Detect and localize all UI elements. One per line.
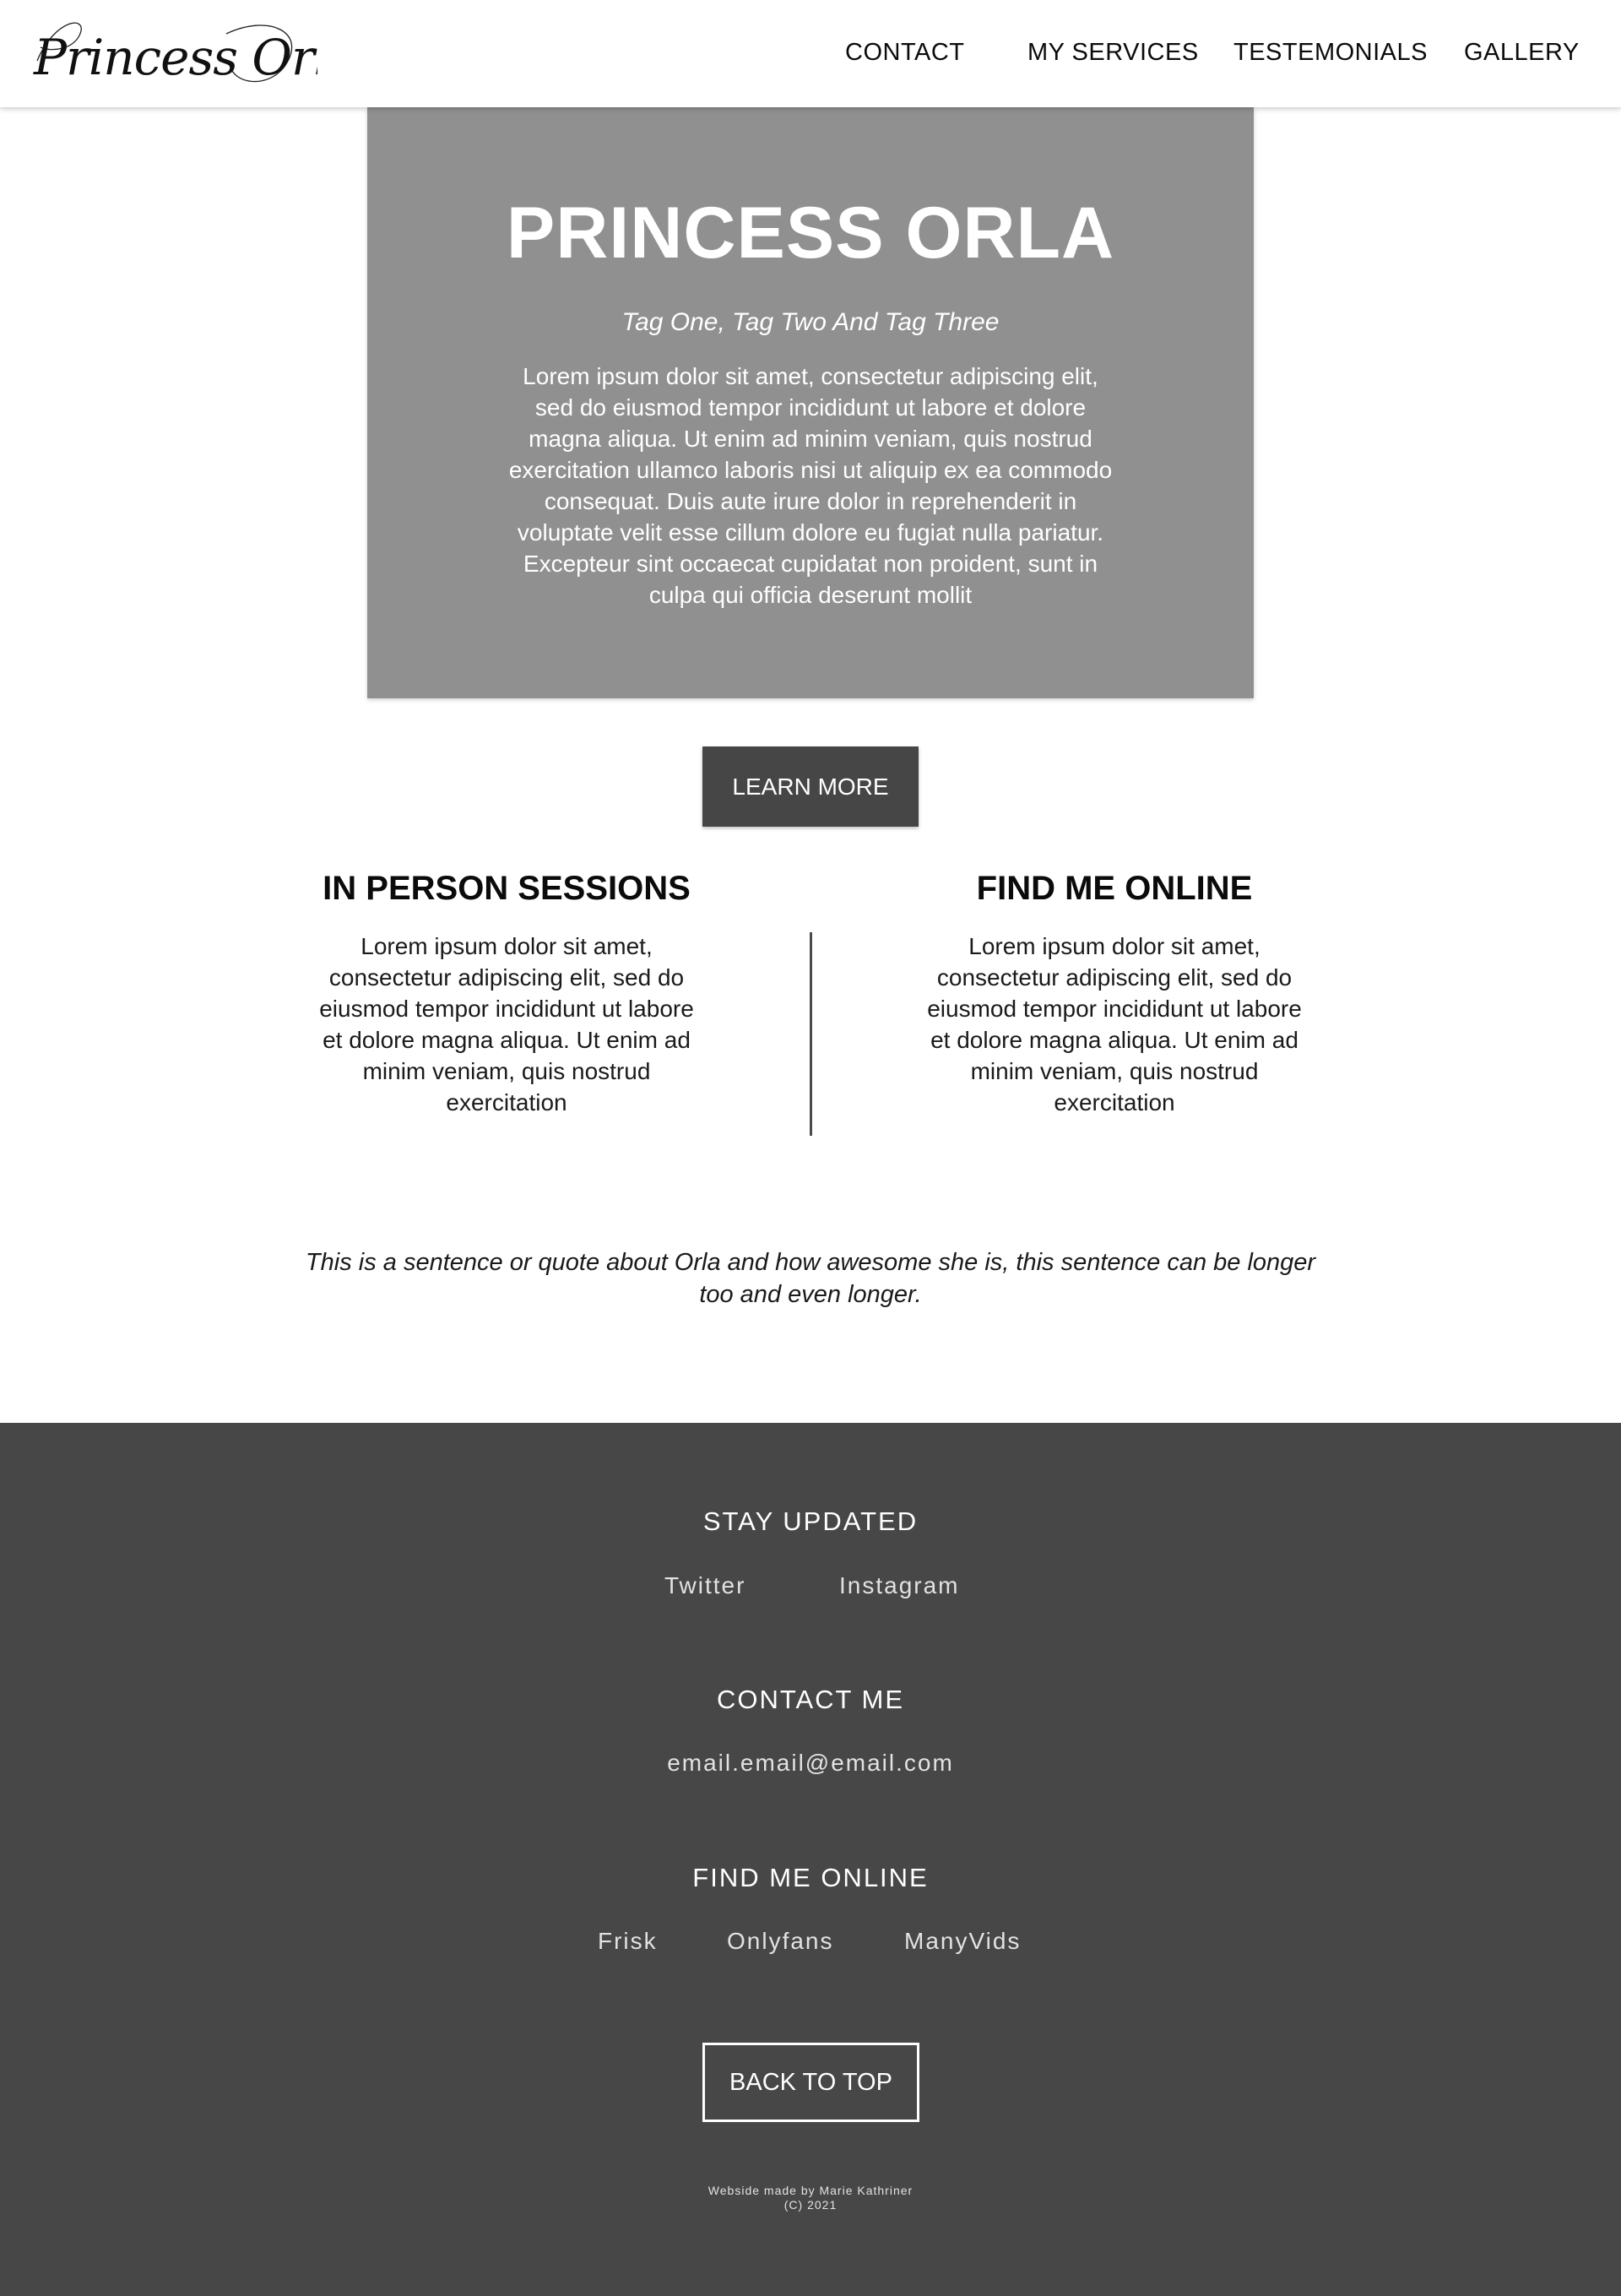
in-person-sessions-text: Lorem ipsum dolor sit amet, consectetur … (319, 933, 694, 1115)
hero-panel: PRINCESS ORLA Tag One, Tag Two And Tag T… (367, 107, 1254, 698)
instagram-link[interactable]: Instagram (839, 1572, 960, 1599)
nav-testimonials[interactable]: TESTEMONIALS (1233, 39, 1428, 67)
find-me-online-footer-heading: FIND ME ONLINE (692, 1863, 929, 1892)
find-me-online-text: Lorem ipsum dolor sit amet, consectetur … (927, 933, 1302, 1115)
hero-title: PRINCESS ORLA (506, 193, 1115, 274)
learn-more-button[interactable]: LEARN MORE (702, 746, 919, 827)
onlyfans-link[interactable]: Onlyfans (727, 1928, 834, 1955)
hero-tags: Tag One, Tag Two And Tag Three (621, 308, 1000, 336)
copyright-line: (C) 2021 (783, 2198, 838, 2212)
svg-text:Princess Orla: Princess Orla (33, 29, 317, 86)
site-header: Princess Orla CONTACT MY SERVICES TESTEM… (0, 0, 1621, 107)
column-divider (810, 932, 812, 1136)
in-person-sessions-title: IN PERSON SESSIONS (323, 870, 691, 907)
nav-contact[interactable]: CONTACT (845, 39, 965, 67)
site-footer: STAY UPDATED Twitter Instagram CONTACT M… (0, 1423, 1621, 2296)
find-me-online-title: FIND ME ONLINE (976, 870, 1253, 907)
credit-line: Webside made by Marie Kathriner (707, 2184, 914, 2197)
frisk-link[interactable]: Frisk (598, 1928, 658, 1955)
logo-wordmark: Princess Orla (33, 22, 317, 86)
twitter-link[interactable]: Twitter (664, 1572, 745, 1599)
contact-me-heading: CONTACT ME (716, 1685, 905, 1714)
manyvids-link[interactable]: ManyVids (904, 1928, 1021, 1955)
nav-gallery[interactable]: GALLERY (1464, 39, 1580, 67)
nav-my-services[interactable]: MY SERVICES (1027, 39, 1199, 67)
logo[interactable]: Princess Orla (30, 8, 317, 101)
stay-updated-heading: STAY UPDATED (702, 1506, 919, 1536)
quote: This is a sentence or quote about Orla a… (305, 1249, 1316, 1308)
back-to-top-button[interactable]: BACK TO TOP (702, 2043, 919, 2122)
email-link[interactable]: email.email@email.com (0, 1750, 1621, 1777)
hero-description: Lorem ipsum dolor sit amet, consectetur … (508, 363, 1113, 608)
